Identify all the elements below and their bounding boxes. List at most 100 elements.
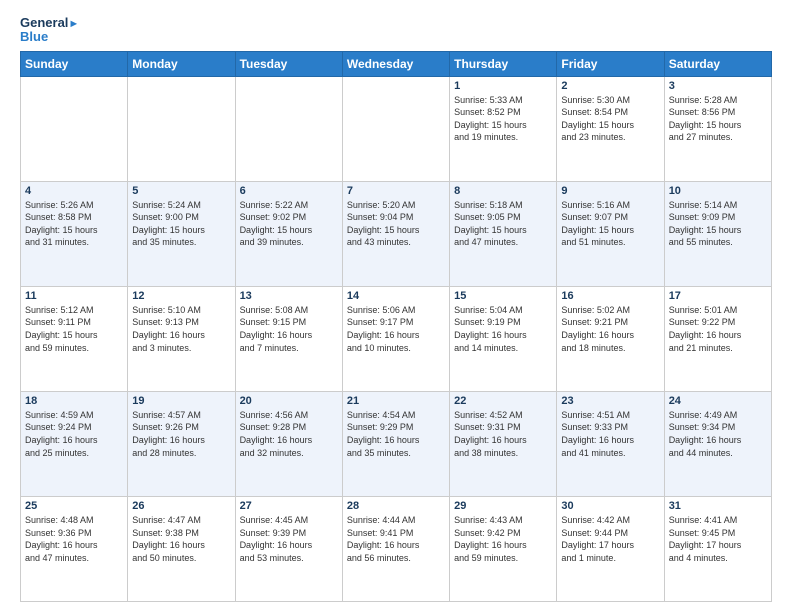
calendar-cell: 16Sunrise: 5:02 AMSunset: 9:21 PMDayligh… [557,286,664,391]
daylight-hours: Daylight: 16 hours [561,434,659,447]
sunset-text: Sunset: 9:28 PM [240,421,338,434]
sunset-text: Sunset: 9:19 PM [454,316,552,329]
calendar-cell: 26Sunrise: 4:47 AMSunset: 9:38 PMDayligh… [128,496,235,601]
sunrise-text: Sunrise: 5:16 AM [561,199,659,212]
day-number: 24 [669,395,767,407]
sunset-text: Sunset: 9:39 PM [240,527,338,540]
day-number: 17 [669,290,767,302]
header: General► Blue [20,16,772,45]
page: General► Blue SundayMondayTuesdayWednesd… [0,0,792,612]
sunrise-text: Sunrise: 4:56 AM [240,409,338,422]
weekday-header: Wednesday [342,51,449,76]
day-number: 15 [454,290,552,302]
calendar-cell: 17Sunrise: 5:01 AMSunset: 9:22 PMDayligh… [664,286,771,391]
sunrise-text: Sunrise: 5:01 AM [669,304,767,317]
calendar-week-row: 25Sunrise: 4:48 AMSunset: 9:36 PMDayligh… [21,496,772,601]
minutes-text: and 41 minutes. [561,447,659,460]
sunrise-text: Sunrise: 5:18 AM [454,199,552,212]
calendar-cell: 6Sunrise: 5:22 AMSunset: 9:02 PMDaylight… [235,181,342,286]
sunrise-text: Sunrise: 4:44 AM [347,514,445,527]
sunset-text: Sunset: 9:22 PM [669,316,767,329]
calendar-cell: 8Sunrise: 5:18 AMSunset: 9:05 PMDaylight… [450,181,557,286]
calendar-body: 1Sunrise: 5:33 AMSunset: 8:52 PMDaylight… [21,76,772,601]
calendar-cell: 7Sunrise: 5:20 AMSunset: 9:04 PMDaylight… [342,181,449,286]
day-number: 29 [454,500,552,512]
sunset-text: Sunset: 9:05 PM [454,211,552,224]
day-number: 23 [561,395,659,407]
daylight-hours: Daylight: 15 hours [240,224,338,237]
day-number: 14 [347,290,445,302]
sunrise-text: Sunrise: 5:24 AM [132,199,230,212]
sunset-text: Sunset: 8:54 PM [561,106,659,119]
minutes-text: and 47 minutes. [454,236,552,249]
daylight-hours: Daylight: 15 hours [132,224,230,237]
day-number: 4 [25,185,123,197]
sunrise-text: Sunrise: 4:54 AM [347,409,445,422]
minutes-text: and 21 minutes. [669,342,767,355]
calendar-cell: 13Sunrise: 5:08 AMSunset: 9:15 PMDayligh… [235,286,342,391]
day-number: 19 [132,395,230,407]
day-number: 21 [347,395,445,407]
sunrise-text: Sunrise: 5:10 AM [132,304,230,317]
minutes-text: and 35 minutes. [132,236,230,249]
sunset-text: Sunset: 9:26 PM [132,421,230,434]
minutes-text: and 28 minutes. [132,447,230,460]
calendar-cell [128,76,235,181]
sunset-text: Sunset: 9:09 PM [669,211,767,224]
day-number: 30 [561,500,659,512]
day-number: 20 [240,395,338,407]
daylight-hours: Daylight: 16 hours [132,539,230,552]
calendar-cell: 20Sunrise: 4:56 AMSunset: 9:28 PMDayligh… [235,391,342,496]
minutes-text: and 38 minutes. [454,447,552,460]
calendar-cell: 11Sunrise: 5:12 AMSunset: 9:11 PMDayligh… [21,286,128,391]
calendar-table: SundayMondayTuesdayWednesdayThursdayFrid… [20,51,772,602]
sunrise-text: Sunrise: 5:28 AM [669,94,767,107]
day-number: 5 [132,185,230,197]
day-number: 11 [25,290,123,302]
sunrise-text: Sunrise: 5:02 AM [561,304,659,317]
calendar-cell: 23Sunrise: 4:51 AMSunset: 9:33 PMDayligh… [557,391,664,496]
daylight-hours: Daylight: 16 hours [347,329,445,342]
day-number: 26 [132,500,230,512]
calendar-cell [342,76,449,181]
sunset-text: Sunset: 9:41 PM [347,527,445,540]
calendar-week-row: 1Sunrise: 5:33 AMSunset: 8:52 PMDaylight… [21,76,772,181]
sunset-text: Sunset: 9:45 PM [669,527,767,540]
daylight-hours: Daylight: 16 hours [347,539,445,552]
sunset-text: Sunset: 9:13 PM [132,316,230,329]
daylight-hours: Daylight: 15 hours [669,224,767,237]
minutes-text: and 3 minutes. [132,342,230,355]
day-number: 13 [240,290,338,302]
day-number: 6 [240,185,338,197]
minutes-text: and 18 minutes. [561,342,659,355]
logo-blue: Blue [20,30,79,44]
day-number: 7 [347,185,445,197]
daylight-hours: Daylight: 16 hours [25,539,123,552]
daylight-hours: Daylight: 15 hours [454,119,552,132]
day-number: 10 [669,185,767,197]
calendar-cell: 14Sunrise: 5:06 AMSunset: 9:17 PMDayligh… [342,286,449,391]
daylight-hours: Daylight: 15 hours [561,224,659,237]
sunrise-text: Sunrise: 4:59 AM [25,409,123,422]
minutes-text: and 51 minutes. [561,236,659,249]
minutes-text: and 31 minutes. [25,236,123,249]
daylight-hours: Daylight: 16 hours [454,329,552,342]
calendar-cell: 4Sunrise: 5:26 AMSunset: 8:58 PMDaylight… [21,181,128,286]
sunset-text: Sunset: 9:21 PM [561,316,659,329]
sunset-text: Sunset: 9:44 PM [561,527,659,540]
day-number: 28 [347,500,445,512]
daylight-hours: Daylight: 15 hours [669,119,767,132]
sunset-text: Sunset: 9:24 PM [25,421,123,434]
sunrise-text: Sunrise: 4:52 AM [454,409,552,422]
sunset-text: Sunset: 9:07 PM [561,211,659,224]
calendar-cell: 3Sunrise: 5:28 AMSunset: 8:56 PMDaylight… [664,76,771,181]
sunrise-text: Sunrise: 5:22 AM [240,199,338,212]
day-number: 25 [25,500,123,512]
minutes-text: and 53 minutes. [240,552,338,565]
minutes-text: and 19 minutes. [454,131,552,144]
minutes-text: and 32 minutes. [240,447,338,460]
minutes-text: and 59 minutes. [25,342,123,355]
calendar-week-row: 4Sunrise: 5:26 AMSunset: 8:58 PMDaylight… [21,181,772,286]
sunrise-text: Sunrise: 4:47 AM [132,514,230,527]
sunset-text: Sunset: 9:17 PM [347,316,445,329]
